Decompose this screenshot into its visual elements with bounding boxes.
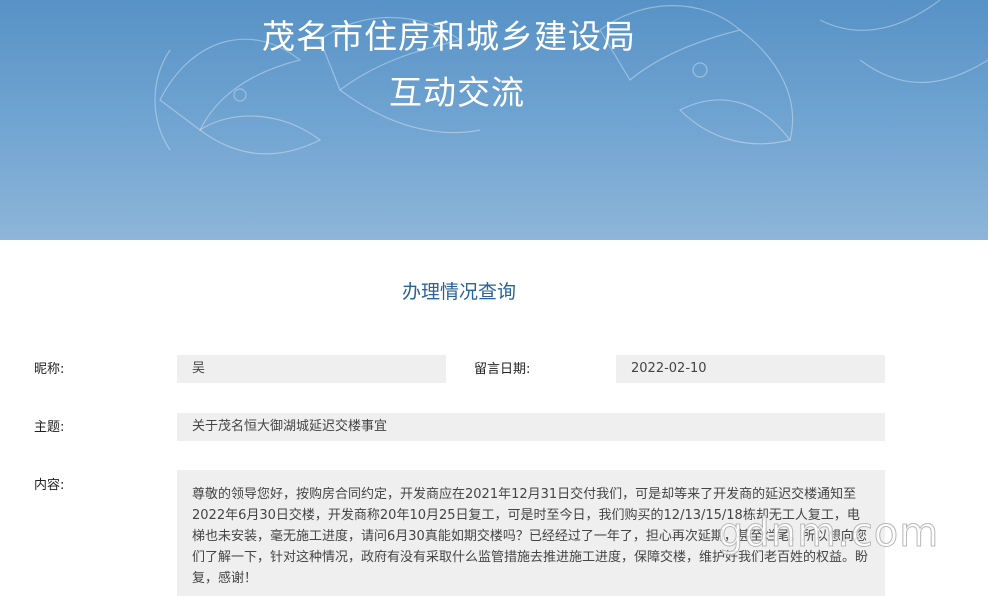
subject-field: 关于茂名恒大御湖城延迟交楼事宜 [177,413,885,441]
date-field: 2022-02-10 [616,355,885,383]
nickname-field: 吴 [177,355,446,383]
date-label: 留言日期: [474,362,531,377]
content-label: 内容: [34,478,65,493]
subject-label: 主题: [34,420,65,435]
nickname-label: 昵称: [34,362,65,377]
org-title: 茂名市住房和城乡建设局 [262,17,636,56]
section-title: 办理情况查询 [401,281,516,303]
header-banner: 茂名市住房和城乡建设局 互动交流 [0,0,988,240]
page-title: 互动交流 [389,73,525,112]
site-watermark: gdnm.com [717,510,940,557]
